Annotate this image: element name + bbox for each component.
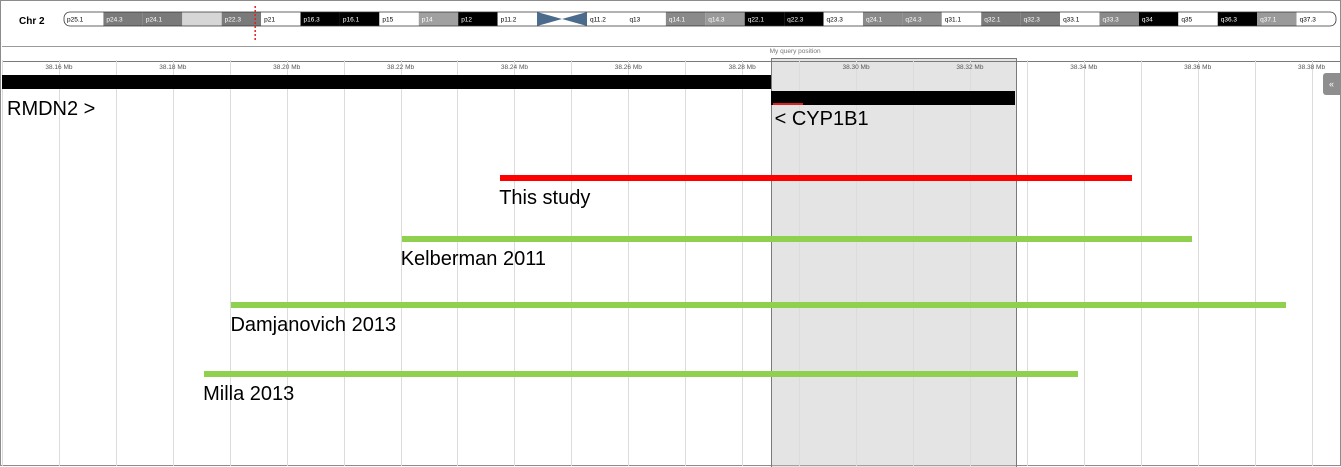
gene-tss-marker [772, 103, 803, 105]
ideogram-band-label: q22.1 [748, 17, 765, 24]
grid-line [969, 60, 971, 466]
ruler-tick-label: 38.38 Mb [1297, 64, 1326, 71]
ideogram-band-label: q11.2 [590, 17, 606, 24]
grid-line [1140, 60, 1142, 466]
grid-line [912, 60, 914, 466]
grid-line [1311, 60, 1313, 466]
ruler-tick-label: 38.28 Mb [728, 64, 756, 71]
grid-line [685, 60, 687, 466]
ideogram-band-label: q24.1 [866, 17, 883, 24]
ruler-tick-label: 38.36 Mb [1184, 64, 1212, 71]
gene-label: RMDN2 > [7, 98, 96, 120]
ideogram-band-label: q14.1 [669, 17, 686, 24]
ideogram-band-label: q32.3 [1024, 17, 1041, 24]
ruler-tick-label: 38.34 Mb [1070, 64, 1098, 71]
gene-label: < CYP1B1 [774, 108, 869, 130]
ruler-tick-label: 38.16 Mb [45, 64, 73, 71]
chromosome-ideogram[interactable]: p25.1 p24.3 p24.1 p22.3 p21 p16.3 p16.1 p15 p14 p… [2, 2, 1340, 46]
ruler-line [2, 61, 1340, 62]
grid-line [1197, 60, 1199, 466]
ruler-tick-label: 38.32 Mb [956, 64, 984, 71]
ruler-tick-label: 38.26 Mb [614, 64, 642, 71]
segment-label: Kelberman 2011 [400, 248, 546, 270]
ideogram-bar: Chr 2 p25.1 p24.3 p24.1 p22.3 p21 p16.3 p16.1 p… [2, 2, 1340, 47]
ideogram-band-label: q37.1 [1260, 17, 1277, 24]
ideogram-band-label: q31.1 [945, 17, 962, 24]
grid-line [628, 60, 630, 466]
grid-line [343, 60, 345, 466]
ideogram-band-label: q33.1 [1063, 17, 1080, 24]
grid-line [2, 60, 3, 466]
ideogram-band-label: p24.3 [106, 17, 123, 24]
grid-line [172, 60, 174, 466]
ruler-tick-label: 38.24 Mb [500, 64, 528, 71]
segment-bar[interactable] [401, 236, 1192, 242]
ideogram-band-label: p12 [461, 17, 472, 24]
ideogram-band-label: p14 [422, 17, 433, 24]
ideogram-band-label: q24.3 [905, 17, 922, 24]
ideogram-band-label: p22.3 [225, 17, 242, 24]
track-area: My query position 38.16 Mb 38.18 Mb 38.20 … [2, 48, 1340, 467]
ruler-tick-label: 38.22 Mb [386, 64, 415, 71]
segment-bar[interactable] [231, 302, 1286, 308]
ideogram-band-label: q23.3 [827, 17, 844, 24]
viewer-frame: Chr 2 p25.1 p24.3 p24.1 p22.3 p21 p16.3 p16.1 p… [0, 0, 1341, 467]
ideogram-band-label: p11.2 [501, 17, 517, 24]
ideogram-band-label: p25.1 [67, 17, 84, 24]
ruler-tick-label: 38.30 Mb [842, 64, 870, 71]
query-position-label: My query position [769, 48, 821, 55]
ideogram-band-label: q33.3 [1102, 17, 1119, 24]
segment-label: Damjanovich 2013 [230, 314, 397, 336]
gene-bar[interactable] [2, 75, 771, 89]
ideogram-band-label: q37.3 [1300, 17, 1317, 24]
grid-line [571, 60, 573, 466]
segment-bar[interactable] [500, 175, 1133, 181]
segment-label: This study [499, 187, 591, 209]
ruler-tick-label: 38.18 Mb [159, 64, 187, 71]
ideogram-band-label: p16.1 [343, 17, 360, 24]
ideogram-band-label: q22.3 [787, 17, 804, 24]
gene-bar[interactable] [770, 91, 1016, 105]
grid-line [1254, 60, 1256, 466]
segment-label: Milla 2013 [203, 383, 295, 405]
grid-line [742, 60, 744, 466]
ideogram-band-label: p16.3 [304, 17, 321, 24]
ideogram-band-label: q34 [1142, 17, 1153, 24]
ideogram-band-label: q36.3 [1221, 17, 1238, 24]
ideogram-band-label: p21 [264, 17, 275, 24]
ideogram-band-label: p24.1 [146, 17, 163, 24]
grid-line [1026, 60, 1028, 466]
ideogram-band [182, 12, 222, 26]
ideogram-band-label: p15 [382, 17, 393, 24]
ideogram-band-label: q13 [629, 17, 640, 24]
grid-line [1083, 60, 1085, 466]
segment-bar[interactable] [204, 371, 1079, 377]
collapse-panel-button[interactable]: « [1323, 73, 1340, 95]
ideogram-band-label: q32.1 [984, 17, 1001, 24]
ruler-tick-label: 38.20 Mb [273, 64, 301, 71]
centromere [537, 12, 588, 26]
ideogram-band-label: q14.3 [708, 17, 725, 24]
ideogram-band-label: q35 [1181, 17, 1192, 24]
grid-line [115, 60, 117, 466]
